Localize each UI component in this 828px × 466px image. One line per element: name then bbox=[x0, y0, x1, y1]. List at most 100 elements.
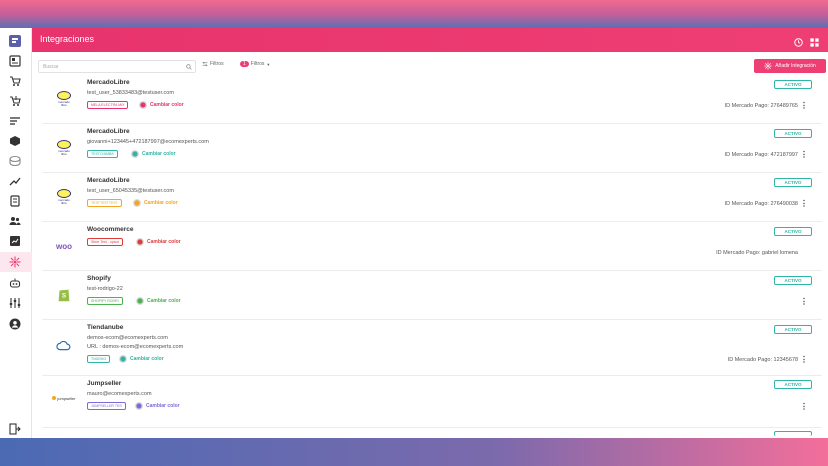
grid-view-icon[interactable] bbox=[810, 34, 822, 47]
more-options-icon[interactable]: ⋮ bbox=[800, 150, 808, 159]
mercadopago-id: ID Mercado Pago: 12345678 bbox=[727, 357, 798, 363]
integration-tag: Store Test - opsox bbox=[87, 238, 124, 246]
change-color-link[interactable]: Cambiar color bbox=[119, 355, 164, 363]
integration-card[interactable]: jumpseller Jumpseller mauro@ecomexperts.… bbox=[42, 376, 822, 428]
integration-card[interactable] bbox=[42, 428, 822, 438]
status-badge: ACTIVO bbox=[774, 325, 812, 334]
integration-tag: TESTCHIMBA bbox=[87, 150, 118, 158]
integration-tag: JUMPSELLER TES bbox=[87, 402, 126, 410]
change-color-label: Cambiar color bbox=[146, 403, 180, 409]
integration-name: Woocommerce bbox=[87, 226, 134, 233]
status-badge: ACTIVO bbox=[774, 129, 812, 138]
integration-name: MercadoLibre bbox=[87, 79, 130, 86]
filters-button[interactable]: Filtros bbox=[202, 61, 224, 67]
integration-account: demos-ecom@ecomexperts.com bbox=[87, 335, 168, 341]
trend-icon[interactable] bbox=[8, 174, 22, 188]
integration-tag: MELA ELECTRA MIX bbox=[87, 101, 129, 109]
add-integration-button[interactable]: Añadir Integración bbox=[754, 59, 826, 73]
document-icon[interactable] bbox=[8, 194, 22, 208]
search-icon bbox=[186, 64, 192, 70]
integrations-icon bbox=[764, 62, 772, 70]
color-swatch bbox=[133, 199, 141, 207]
history-icon[interactable] bbox=[794, 34, 806, 47]
svg-text:S: S bbox=[62, 293, 66, 300]
profile-icon[interactable] bbox=[8, 317, 22, 331]
integration-card[interactable]: mercado libre MercadoLibre test_user_5383… bbox=[42, 75, 822, 124]
change-color-label: Cambiar color bbox=[130, 356, 164, 362]
integrations-icon[interactable] bbox=[8, 255, 22, 269]
mercadopago-id: ID Mercado Pago: gabriel lomena bbox=[716, 250, 798, 256]
change-color-link[interactable]: Cambiar color bbox=[139, 101, 184, 109]
report-icon[interactable] bbox=[8, 234, 22, 248]
integration-card[interactable]: mercado libre MercadoLibre giovanni+12344… bbox=[42, 124, 822, 173]
integration-tag: TESTTESTTEST bbox=[87, 199, 122, 207]
change-color-link[interactable]: Cambiar color bbox=[136, 297, 181, 305]
integration-name: MercadoLibre bbox=[87, 177, 130, 184]
integration-name: Shopify bbox=[87, 275, 111, 282]
color-swatch bbox=[139, 101, 147, 109]
box-icon[interactable] bbox=[8, 134, 22, 148]
logout-icon[interactable] bbox=[8, 422, 22, 436]
integration-name: MercadoLibre bbox=[87, 128, 130, 135]
mercadolibre-logo: mercado libre bbox=[48, 132, 80, 164]
status-badge: ACTIVO bbox=[774, 178, 812, 187]
integration-name: Tiendanube bbox=[87, 324, 124, 331]
integration-card[interactable]: woo Woocommerce Store Test - opsox Cambi… bbox=[42, 222, 822, 271]
mercadolibre-logo: mercado libre bbox=[48, 83, 80, 115]
tiendanube-logo bbox=[48, 330, 80, 362]
change-color-label: Cambiar color bbox=[142, 151, 176, 157]
change-color-link[interactable]: Cambiar color bbox=[133, 199, 178, 207]
page-title: Integraciones bbox=[40, 34, 95, 44]
app-logo-icon[interactable] bbox=[8, 34, 22, 48]
integration-account: test_user_53833483@testuser.com bbox=[87, 90, 174, 96]
filters-count-badge: 1 bbox=[240, 61, 249, 67]
background-footer bbox=[0, 436, 828, 466]
integration-account: test_user_65045335@testuser.com bbox=[87, 188, 174, 194]
status-badge-partial bbox=[774, 431, 812, 436]
integration-tag: SHOPIFY RODRI bbox=[87, 297, 123, 305]
dashboard-icon[interactable] bbox=[8, 54, 22, 68]
integration-account: test-rodrigo-22 bbox=[87, 286, 123, 292]
list-icon[interactable] bbox=[8, 114, 22, 128]
sidebar bbox=[0, 28, 32, 438]
status-badge: ACTIVO bbox=[774, 276, 812, 285]
more-options-icon[interactable]: ⋮ bbox=[800, 199, 808, 208]
filter-lines-icon bbox=[202, 62, 208, 66]
mercadopago-id: ID Mercado Pago: 276490038 bbox=[724, 201, 798, 207]
color-swatch bbox=[119, 355, 127, 363]
integration-card[interactable]: S Shopify test-rodrigo-22 SHOPIFY RODRI … bbox=[42, 271, 822, 320]
cart-icon[interactable] bbox=[8, 74, 22, 88]
robot-icon[interactable] bbox=[8, 276, 22, 290]
users-icon[interactable] bbox=[8, 214, 22, 228]
cart-add-icon[interactable] bbox=[8, 94, 22, 108]
change-color-link[interactable]: Cambiar color bbox=[135, 402, 180, 410]
chevron-down-icon: ▼ bbox=[266, 61, 271, 67]
more-options-icon[interactable]: ⋮ bbox=[800, 297, 808, 306]
mercadopago-id: ID Mercado Pago: 276489765 bbox=[724, 103, 798, 109]
mercadolibre-logo: mercado libre bbox=[48, 181, 80, 213]
page-header: Integraciones bbox=[32, 28, 828, 52]
more-options-icon[interactable]: ⋮ bbox=[800, 355, 808, 364]
color-swatch bbox=[136, 297, 144, 305]
change-color-link[interactable]: Cambiar color bbox=[131, 150, 176, 158]
sliders-icon[interactable] bbox=[8, 296, 22, 310]
more-options-icon[interactable]: ⋮ bbox=[800, 402, 808, 411]
change-color-label: Cambiar color bbox=[147, 298, 181, 304]
integration-account: mauro@ecomexperts.com bbox=[87, 391, 152, 397]
color-swatch bbox=[135, 402, 143, 410]
color-swatch bbox=[131, 150, 139, 158]
more-options-icon[interactable]: ⋮ bbox=[800, 101, 808, 110]
status-badge: ACTIVO bbox=[774, 227, 812, 236]
change-color-label: Cambiar color bbox=[150, 102, 184, 108]
shopify-logo: S bbox=[48, 279, 80, 311]
mercadopago-id: ID Mercado Pago: 472187997 bbox=[724, 152, 798, 158]
search-input[interactable]: Buscar bbox=[38, 60, 196, 73]
search-placeholder: Buscar bbox=[43, 64, 59, 70]
integration-name: Jumpseller bbox=[87, 380, 122, 387]
change-color-link[interactable]: Cambiar color bbox=[136, 238, 181, 246]
integration-card[interactable]: Tiendanube demos-ecom@ecomexperts.com UR… bbox=[42, 320, 822, 376]
add-integration-label: Añadir Integración bbox=[775, 63, 816, 69]
filters-dropdown[interactable]: 1 Filtros ▼ bbox=[240, 61, 270, 67]
database-icon[interactable] bbox=[8, 154, 22, 168]
integration-card[interactable]: mercado libre MercadoLibre test_user_6504… bbox=[42, 173, 822, 222]
